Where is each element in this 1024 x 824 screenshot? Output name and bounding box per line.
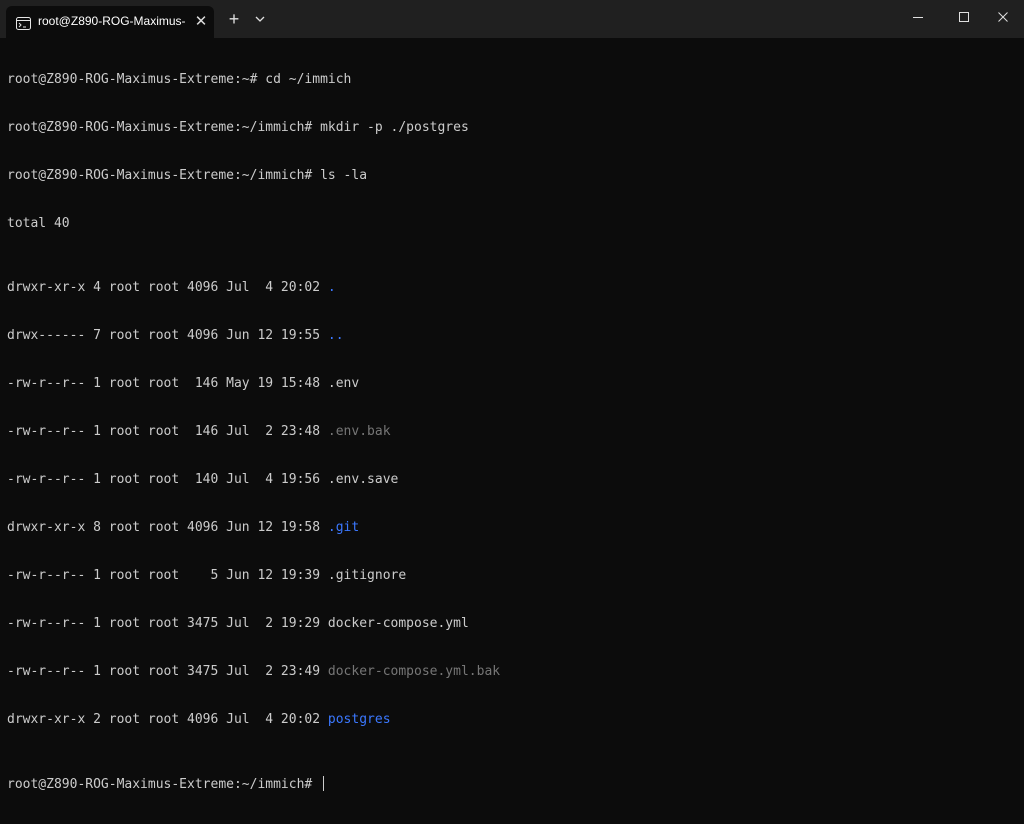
file-meta: -rw-r--r-- 1 root root 140 Jul 4 19:56 xyxy=(7,472,328,487)
file-meta: -rw-r--r-- 1 root root 3475 Jul 2 19:29 xyxy=(7,616,328,631)
listing-row: -rw-r--r-- 1 root root 5 Jun 12 19:39 .g… xyxy=(7,568,1017,584)
file-name: .env xyxy=(327,376,360,391)
listing-row: -rw-r--r-- 1 root root 146 Jul 2 23:48 .… xyxy=(7,424,1017,440)
terminal-line: root@Z890-ROG-Maximus-Extreme:~/immich# … xyxy=(7,168,368,183)
terminal-line: total 40 xyxy=(7,216,70,231)
directory-name: . xyxy=(327,280,336,295)
terminal-icon xyxy=(16,15,31,30)
new-tab-button[interactable]: + xyxy=(224,9,244,29)
prompt-line[interactable]: root@Z890-ROG-Maximus-Extreme:~/immich# xyxy=(7,776,1017,792)
file-meta: drwxr-xr-x 4 root root 4096 Jul 4 20:02 xyxy=(7,280,328,295)
terminal-output[interactable]: root@Z890-ROG-Maximus-Extreme:~# cd ~/im… xyxy=(7,40,1017,792)
close-tab-icon[interactable]: ✕ xyxy=(193,14,209,30)
listing-row: drwxr-xr-x 4 root root 4096 Jul 4 20:02 … xyxy=(7,280,1017,296)
close-window-button[interactable] xyxy=(980,0,1024,34)
file-name: docker-compose.yml xyxy=(327,616,469,631)
file-meta: drwxr-xr-x 2 root root 4096 Jul 4 20:02 xyxy=(7,712,328,727)
terminal-line: root@Z890-ROG-Maximus-Extreme:~# cd ~/im… xyxy=(7,72,352,87)
file-name: .env.save xyxy=(327,472,399,487)
backup-file-name: docker-compose.yml.bak xyxy=(327,664,501,679)
file-meta: -rw-r--r-- 1 root root 146 May 19 15:48 xyxy=(7,376,328,391)
title-bar[interactable]: root@Z890-ROG-Maximus-Extreme: ~/immich … xyxy=(0,0,1024,38)
chevron-down-icon[interactable] xyxy=(252,9,268,29)
listing-row: drwx------ 7 root root 4096 Jun 12 19:55… xyxy=(7,328,1017,344)
listing-row: drwxr-xr-x 8 root root 4096 Jun 12 19:58… xyxy=(7,520,1017,536)
directory-name: .git xyxy=(327,520,360,535)
listing-row: -rw-r--r-- 1 root root 3475 Jul 2 19:29 … xyxy=(7,616,1017,632)
text-cursor xyxy=(323,776,325,791)
tab-title: root@Z890-ROG-Maximus-Extreme: ~/immich xyxy=(38,14,186,28)
file-meta: -rw-r--r-- 1 root root 5 Jun 12 19:39 xyxy=(7,568,328,583)
minimize-button[interactable] xyxy=(895,0,941,34)
close-icon xyxy=(998,12,1008,22)
tab-active[interactable]: root@Z890-ROG-Maximus-Extreme: ~/immich … xyxy=(6,6,214,38)
minimize-icon xyxy=(913,17,923,18)
backup-file-name: .env.bak xyxy=(327,424,391,439)
file-meta: -rw-r--r-- 1 root root 146 Jul 2 23:48 xyxy=(7,424,328,439)
file-meta: drwxr-xr-x 8 root root 4096 Jun 12 19:58 xyxy=(7,520,328,535)
listing-row: drwxr-xr-x 2 root root 4096 Jul 4 20:02 … xyxy=(7,712,1017,728)
terminal-line: root@Z890-ROG-Maximus-Extreme:~/immich# … xyxy=(7,120,469,135)
listing-row: -rw-r--r-- 1 root root 146 May 19 15:48 … xyxy=(7,376,1017,392)
file-meta: -rw-r--r-- 1 root root 3475 Jul 2 23:49 xyxy=(7,664,328,679)
directory-name: postgres xyxy=(327,712,391,727)
listing-row: -rw-r--r-- 1 root root 3475 Jul 2 23:49 … xyxy=(7,664,1017,680)
directory-name: .. xyxy=(327,328,344,343)
terminal-window: root@Z890-ROG-Maximus-Extreme: ~/immich … xyxy=(0,0,1024,792)
maximize-icon xyxy=(959,12,969,22)
listing-row: -rw-r--r-- 1 root root 140 Jul 4 19:56 .… xyxy=(7,472,1017,488)
prompt-text: root@Z890-ROG-Maximus-Extreme:~/immich# xyxy=(7,777,321,792)
file-name: .gitignore xyxy=(327,568,407,583)
file-meta: drwx------ 7 root root 4096 Jun 12 19:55 xyxy=(7,328,328,343)
